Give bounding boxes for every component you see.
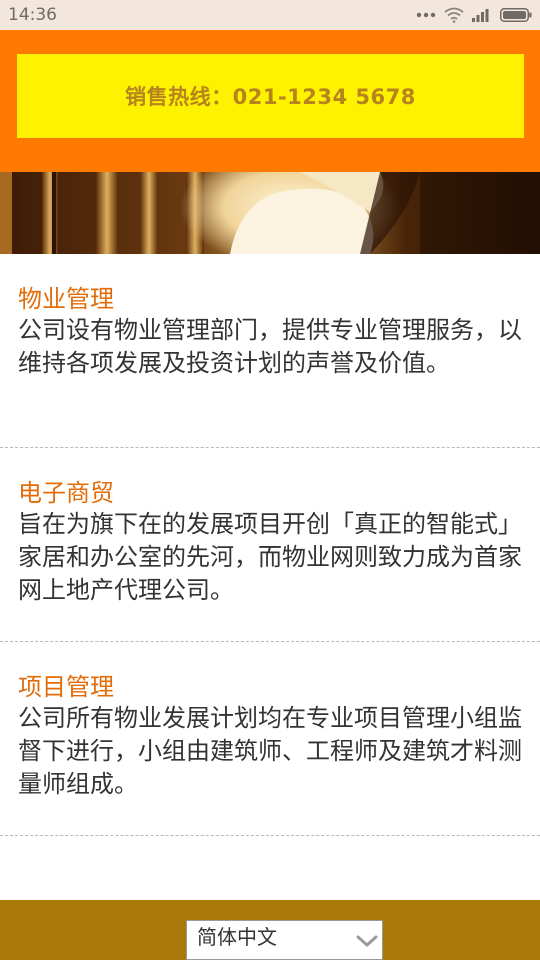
section-property-management: 物业管理 公司设有物业管理部门，提供专业管理服务，以维持各项发展及投资计划的声誉… bbox=[0, 254, 540, 448]
hero-image bbox=[0, 172, 540, 254]
section-title[interactable]: 物业管理 bbox=[18, 284, 114, 314]
battery-icon bbox=[500, 8, 532, 22]
section-e-commerce: 电子商贸 旨在为旗下在的发展项目开创「真正的智能式」家居和办公室的先河，而物业网… bbox=[0, 448, 540, 642]
signal-icon bbox=[472, 8, 492, 22]
hotline-box[interactable]: 销售热线：021-1234 5678 bbox=[17, 54, 524, 138]
status-time: 14:36 bbox=[8, 5, 57, 25]
language-selected-label: 简体中文 bbox=[197, 925, 277, 949]
status-icons bbox=[416, 0, 532, 30]
language-select[interactable]: 简体中文 bbox=[186, 920, 383, 960]
wifi-icon bbox=[444, 7, 464, 23]
section-title[interactable]: 电子商贸 bbox=[18, 478, 114, 508]
section-project-management: 项目管理 公司所有物业发展计划均在专业项目管理小组监督下进行，小组由建筑师、工程… bbox=[0, 642, 540, 836]
content-list: 物业管理 公司设有物业管理部门，提供专业管理服务，以维持各项发展及投资计划的声誉… bbox=[0, 254, 540, 836]
section-body: 公司设有物业管理部门，提供专业管理服务，以维持各项发展及投资计划的声誉及价值。 bbox=[18, 316, 522, 377]
section-title[interactable]: 项目管理 bbox=[18, 672, 114, 702]
section-body: 公司所有物业发展计划均在专业项目管理小组监督下进行，小组由建筑师、工程师及建筑才… bbox=[18, 704, 522, 798]
section-body: 旨在为旗下在的发展项目开创「真正的智能式」家居和办公室的先河，而物业网则致力成为… bbox=[18, 510, 522, 604]
hotline-text: 销售热线：021-1234 5678 bbox=[125, 85, 416, 109]
chevron-down-icon bbox=[356, 933, 378, 952]
footer: 简体中文 bbox=[0, 900, 540, 960]
status-bar: 14:36 bbox=[0, 0, 540, 30]
more-dots-icon bbox=[416, 11, 436, 19]
hotline-banner: 销售热线：021-1234 5678 bbox=[0, 30, 540, 172]
